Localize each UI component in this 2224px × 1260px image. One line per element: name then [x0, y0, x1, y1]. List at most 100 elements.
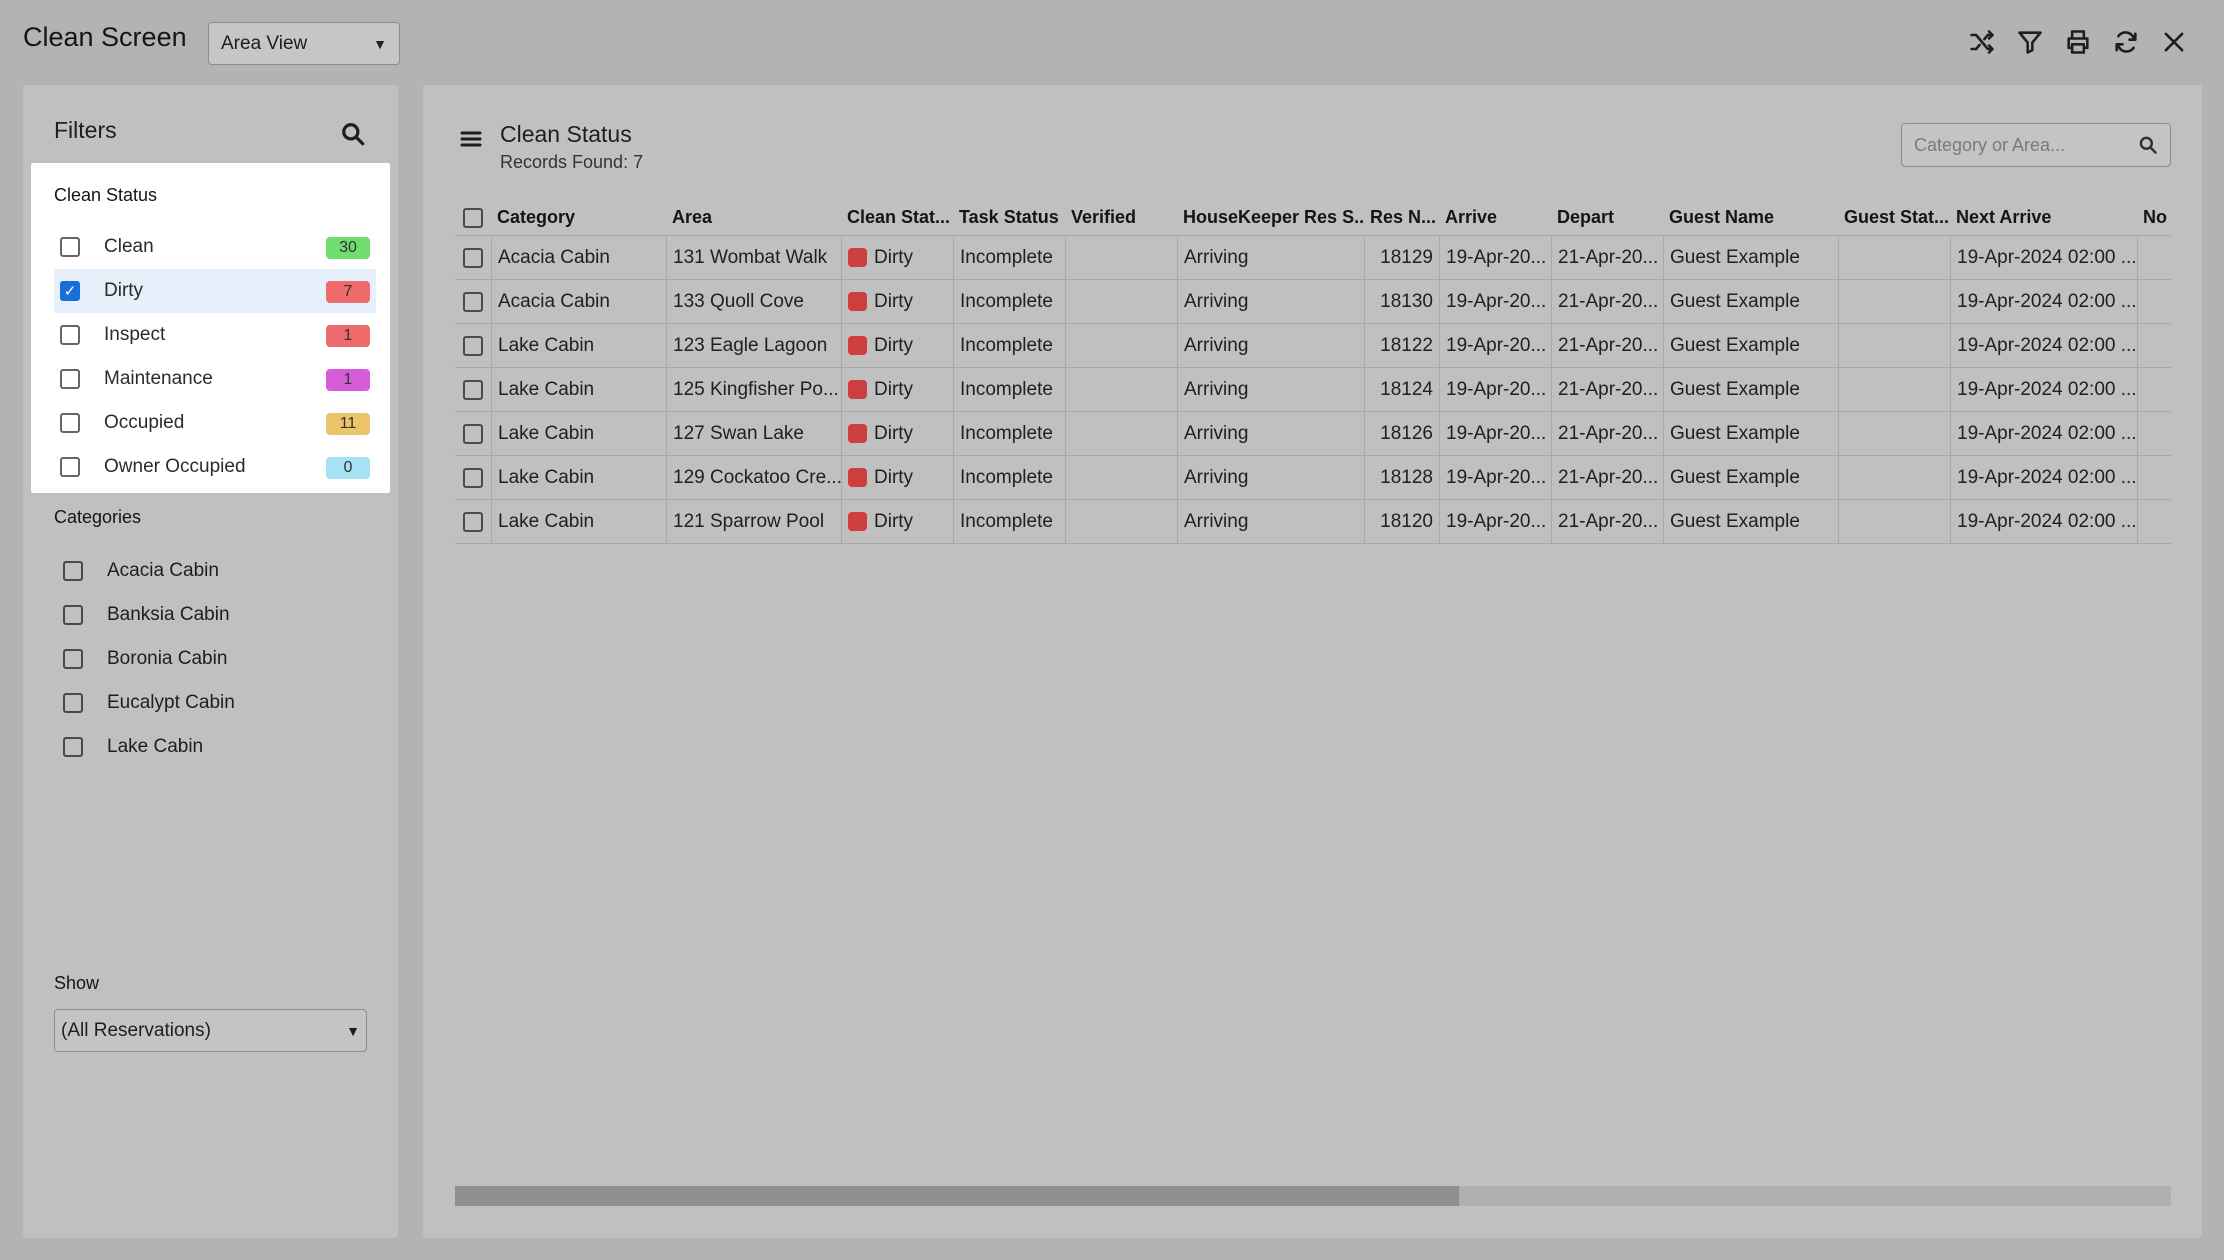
checkbox[interactable]	[63, 693, 83, 713]
column-header[interactable]: Arrive	[1439, 200, 1551, 235]
checkbox[interactable]	[63, 605, 83, 625]
cell-text: Guest Example	[1670, 290, 1800, 312]
row-checkbox[interactable]	[463, 511, 483, 532]
category-item-lake-cabin[interactable]: Lake Cabin	[63, 725, 235, 769]
table-row[interactable]: Acacia Cabin 131 Wombat Walk Dirty Incomple…	[455, 236, 2171, 280]
categories-title: Categories	[54, 507, 142, 527]
clean-status-item-dirty[interactable]: Dirty 7	[54, 269, 376, 313]
clean-status-item-occupied[interactable]: Occupied 11	[54, 401, 376, 445]
category-item-acacia-cabin[interactable]: Acacia Cabin	[63, 549, 235, 593]
table-row[interactable]: Lake Cabin 125 Kingfisher Po... Dirty Incom…	[455, 368, 2171, 412]
cell-text: Lake Cabin	[498, 510, 595, 532]
filters-search-button[interactable]	[340, 121, 366, 152]
column-header[interactable]: Guest Stat...	[1838, 200, 1950, 235]
checkbox[interactable]	[60, 369, 80, 389]
checkbox[interactable]	[60, 325, 80, 345]
main-search-input[interactable]: Category or Area...	[1901, 123, 2171, 167]
clean-status-item-owner-occupied[interactable]: Owner Occupied 0	[54, 445, 376, 489]
clean-status-label: Maintenance	[104, 368, 213, 389]
column-header[interactable]: Next Arrive	[1950, 200, 2137, 235]
column-header[interactable]: HouseKeeper Res S...	[1177, 200, 1364, 235]
row-checkbox[interactable]	[463, 291, 483, 312]
table-cell: 123 Eagle Lagoon	[666, 324, 841, 367]
cell-text: Dirty	[874, 334, 914, 356]
table-cell	[2137, 324, 2168, 367]
column-header[interactable]: Verified	[1065, 200, 1177, 235]
close-button[interactable]	[2150, 24, 2198, 60]
clean-status-label: Occupied	[104, 412, 185, 433]
category-item-banksia-cabin[interactable]: Banksia Cabin	[63, 593, 235, 637]
table-row[interactable]: Lake Cabin 123 Eagle Lagoon Dirty Incomplet…	[455, 324, 2171, 368]
table-row[interactable]: Lake Cabin 127 Swan Lake Dirty Incomplete Ar…	[455, 412, 2171, 456]
cell-text: 21-Apr-20...	[1558, 246, 1659, 268]
category-item-eucalypt-cabin[interactable]: Eucalypt Cabin	[63, 681, 235, 725]
cell-text: 21-Apr-20...	[1558, 334, 1659, 356]
checkbox[interactable]	[60, 457, 80, 477]
clean-status-item-maintenance[interactable]: Maintenance 1	[54, 357, 376, 401]
table-cell: 21-Apr-20...	[1551, 368, 1663, 411]
category-item-boronia-cabin[interactable]: Boronia Cabin	[63, 637, 235, 681]
page-title: Clean Status	[500, 121, 632, 147]
table-cell: Incomplete	[953, 324, 1065, 367]
table-cell: 19-Apr-20...	[1439, 456, 1551, 499]
table-cell	[2137, 236, 2168, 279]
shuffle-button[interactable]	[1958, 24, 2006, 60]
row-checkbox[interactable]	[463, 423, 483, 444]
table-cell: 18124	[1364, 368, 1439, 411]
status-count-badge: 11	[326, 413, 370, 435]
table-cell: 19-Apr-2024 02:00 ...	[1950, 500, 2137, 543]
row-checkbox[interactable]	[463, 379, 483, 400]
clean-status-indicator	[848, 336, 867, 355]
table-cell: Incomplete	[953, 280, 1065, 323]
checkbox[interactable]	[63, 737, 83, 757]
table-cell: Lake Cabin	[491, 412, 666, 455]
cell-text: Acacia Cabin	[498, 246, 610, 268]
column-header[interactable]: Guest Name	[1663, 200, 1838, 235]
row-checkbox[interactable]	[463, 467, 483, 488]
filter-button[interactable]	[2006, 24, 2054, 60]
select-all-checkbox[interactable]	[463, 207, 483, 228]
table-cell: 21-Apr-20...	[1551, 500, 1663, 543]
cell-text: 19-Apr-2024 02:00 ...	[1957, 334, 2137, 356]
table-cell	[1838, 236, 1950, 279]
refresh-button[interactable]	[2102, 24, 2150, 60]
column-header[interactable]: Clean Stat...	[841, 200, 953, 235]
show-select-value: (All Reservations)	[61, 1019, 211, 1041]
clean-status-item-inspect[interactable]: Inspect 1	[54, 313, 376, 357]
checkbox[interactable]	[60, 281, 80, 301]
clean-status-grid: Category Area Clean Stat... Task Status Veri…	[455, 200, 2171, 544]
column-header[interactable]: Task Status	[953, 200, 1065, 235]
column-header[interactable]: Area	[666, 200, 841, 235]
chevron-down-icon: ▼	[346, 1022, 360, 1039]
table-row[interactable]: Lake Cabin 129 Cockatoo Cre... Dirty Incomp…	[455, 456, 2171, 500]
view-select[interactable]: Area View ▼	[208, 22, 400, 65]
checkbox[interactable]	[63, 561, 83, 581]
print-button[interactable]	[2054, 24, 2102, 60]
table-cell: 127 Swan Lake	[666, 412, 841, 455]
checkbox[interactable]	[60, 413, 80, 433]
table-cell	[1065, 412, 1177, 455]
table-cell: Acacia Cabin	[491, 236, 666, 279]
show-select[interactable]: (All Reservations) ▼	[54, 1009, 367, 1052]
column-header[interactable]: Category	[491, 200, 666, 235]
menu-button[interactable]	[459, 127, 483, 156]
scrollbar-thumb[interactable]	[455, 1186, 1459, 1206]
horizontal-scrollbar[interactable]	[455, 1186, 2171, 1206]
column-header[interactable]: No	[2137, 200, 2168, 235]
cell-text: 123 Eagle Lagoon	[673, 334, 828, 356]
cell-text: 18124	[1380, 378, 1433, 400]
clean-status-item-clean[interactable]: Clean 30	[54, 225, 376, 269]
column-header[interactable]: Depart	[1551, 200, 1663, 235]
row-checkbox[interactable]	[463, 247, 483, 268]
cell-text: 129 Cockatoo Cre...	[673, 466, 841, 488]
row-checkbox[interactable]	[463, 335, 483, 356]
column-header[interactable]: Res N...	[1364, 200, 1439, 235]
checkbox[interactable]	[60, 237, 80, 257]
checkbox[interactable]	[63, 649, 83, 669]
table-cell: Incomplete	[953, 236, 1065, 279]
row-select-cell	[455, 236, 491, 279]
cell-text: 18120	[1380, 510, 1433, 532]
table-row[interactable]: Acacia Cabin 133 Quoll Cove Dirty Incomplet…	[455, 280, 2171, 324]
table-row[interactable]: Lake Cabin 121 Sparrow Pool Dirty Incomplet…	[455, 500, 2171, 544]
view-select-value: Area View	[221, 32, 308, 54]
